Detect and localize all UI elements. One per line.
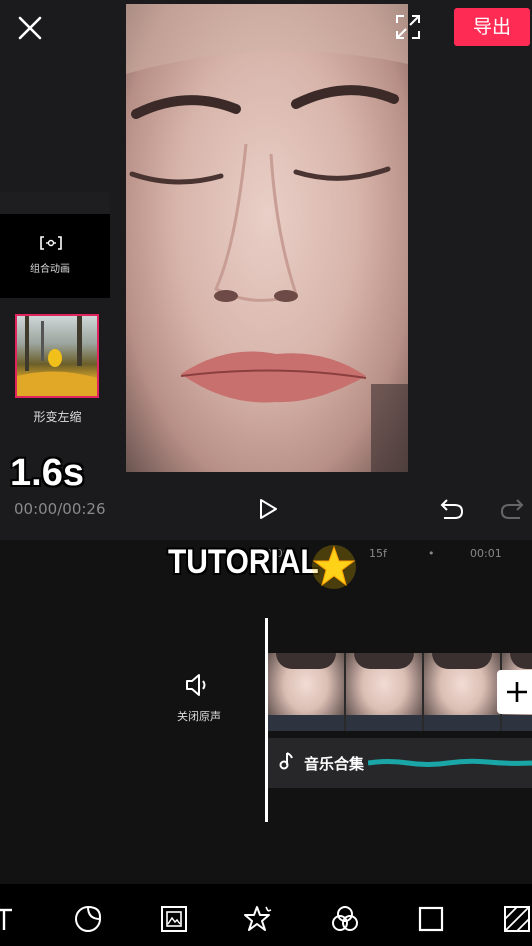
effect-label: 形变左缩 (33, 410, 82, 424)
fullscreen-icon[interactable] (393, 12, 423, 42)
ratio-icon[interactable] (416, 904, 446, 934)
animation-label: 组合动画 (30, 264, 70, 275)
video-track[interactable] (268, 653, 532, 731)
clip-frame (346, 653, 422, 731)
ruler-tick: 15f (369, 547, 387, 560)
audio-track-label: 音乐合集 (304, 755, 365, 773)
ruler-tick: • (428, 547, 435, 560)
mute-original-label[interactable]: 关闭原声 (166, 708, 232, 724)
image-overlay-icon[interactable] (159, 904, 189, 934)
speaker-icon[interactable] (183, 671, 211, 699)
combo-animation-icon (40, 236, 62, 250)
timecode: 00:00/00:26 (14, 500, 106, 518)
text-icon[interactable] (0, 904, 24, 934)
playhead[interactable] (265, 618, 268, 822)
audio-waveform (368, 758, 532, 767)
duration-badge: 1.6s (10, 452, 84, 494)
filter-icon[interactable] (330, 904, 360, 934)
tutorial-overlay-text: TUTORIAL (168, 543, 319, 581)
redo-icon[interactable] (498, 496, 526, 522)
undo-icon[interactable] (438, 496, 466, 522)
ruler-tick: 00:01 (470, 547, 502, 560)
sticker-icon[interactable] (73, 904, 103, 934)
music-note-icon (279, 752, 293, 770)
clip-frame (268, 653, 344, 731)
star-icon (312, 545, 356, 589)
close-icon[interactable] (14, 12, 46, 44)
plus-icon[interactable] (497, 670, 532, 714)
background-icon[interactable] (502, 904, 532, 934)
effect-thumbnail[interactable] (15, 314, 99, 398)
play-icon[interactable] (256, 496, 280, 522)
effects-icon[interactable] (244, 904, 274, 934)
export-button[interactable]: 导出 (454, 8, 530, 46)
video-preview[interactable] (126, 4, 408, 472)
clip-frame (424, 653, 500, 731)
animation-panel-header (0, 192, 110, 214)
